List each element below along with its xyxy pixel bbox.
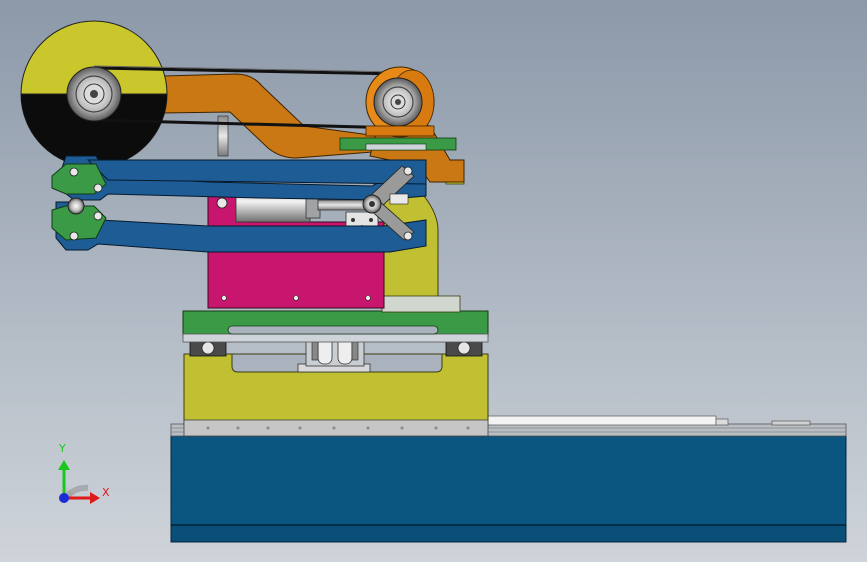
- link-small: [389, 193, 409, 205]
- cad-viewport[interactable]: Y X: [0, 0, 867, 562]
- upper-clamp-jaw[interactable]: [51, 163, 107, 195]
- triad-x-label: X: [102, 486, 110, 499]
- workpiece-pin[interactable]: [67, 197, 85, 215]
- rotary-plate[interactable]: [182, 310, 489, 343]
- linkage-pivot[interactable]: [362, 194, 382, 214]
- wheel-pulley[interactable]: [66, 66, 122, 122]
- triad-z-axis: [59, 493, 69, 503]
- cad-scene[interactable]: [0, 0, 867, 562]
- machine-bed[interactable]: [170, 435, 847, 543]
- upper-clamp-arm[interactable]: [55, 155, 427, 201]
- triad-y-label: Y: [59, 442, 66, 455]
- drive-pulley[interactable]: [365, 66, 435, 138]
